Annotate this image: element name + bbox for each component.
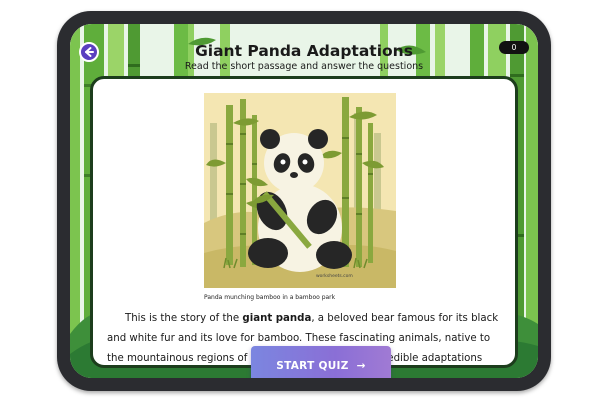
page-title: Giant Panda Adaptations — [195, 42, 413, 60]
illustration-watermark: worksheets.com — [316, 273, 353, 279]
start-quiz-button[interactable]: START QUIZ → — [251, 346, 391, 378]
arrow-right-icon: → — [356, 360, 366, 372]
score-counter: 0 — [499, 41, 529, 54]
panda-illustration: worksheets.com — [204, 93, 396, 288]
tablet-frame: Giant Panda Adaptations Read the short p… — [57, 11, 551, 391]
page-subtitle: Read the short passage and answer the qu… — [184, 61, 424, 72]
image-caption: Panda munching bamboo in a bamboo park — [204, 294, 336, 301]
keyword-giant-panda: giant panda — [242, 313, 312, 324]
start-quiz-label: START QUIZ — [276, 360, 349, 372]
passage-card[interactable]: worksheets.com Panda munching bamboo in … — [90, 76, 518, 368]
app-screen: Giant Panda Adaptations Read the short p… — [70, 24, 538, 378]
